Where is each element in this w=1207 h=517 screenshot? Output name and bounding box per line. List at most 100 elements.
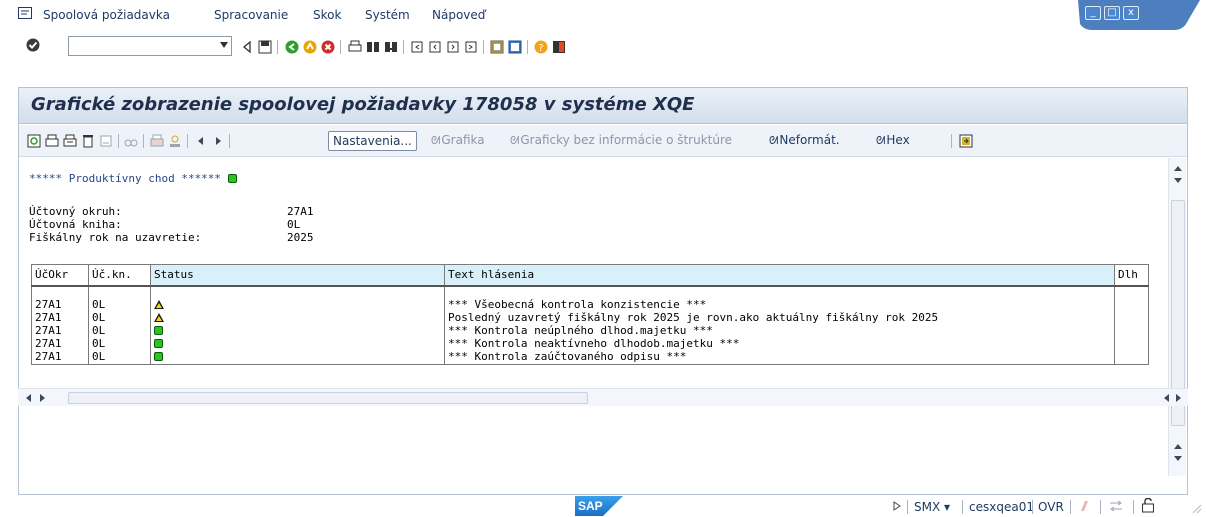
cell-status <box>150 336 445 350</box>
find-icon[interactable] <box>366 40 380 54</box>
new-session-icon[interactable] <box>490 40 504 54</box>
cell-message-text: *** Kontrola zaúčtovaného odpisu *** <box>444 349 1115 365</box>
warning-icon <box>154 312 164 322</box>
last-page-icon[interactable] <box>464 40 478 54</box>
next-page-icon[interactable] <box>446 40 460 54</box>
lock-icon[interactable] <box>1141 498 1155 513</box>
transfer-icon <box>1110 500 1122 512</box>
scroll-right-icon[interactable] <box>40 394 45 402</box>
table-row[interactable]: 27A1 0L *** Kontrola neaktívneho dlhodob… <box>31 336 1149 350</box>
document-icon <box>100 135 112 147</box>
column-header-status[interactable]: Status <box>150 264 445 287</box>
table-row[interactable]: 27A1 0L *** Kontrola zaúčtovaného odpisu… <box>31 349 1149 365</box>
command-field[interactable] <box>68 36 232 56</box>
print-icon[interactable] <box>348 40 362 54</box>
minimize-button[interactable]: _ <box>1085 6 1101 20</box>
menu-help[interactable]: Nápoveď <box>432 8 485 22</box>
refresh-icon[interactable] <box>27 134 41 148</box>
close-button[interactable]: x <box>1123 6 1139 20</box>
separator <box>527 40 528 54</box>
separator <box>483 40 484 54</box>
cell-dlh <box>1114 336 1149 350</box>
glasses-icon: ᘛ <box>431 134 441 147</box>
delete-icon[interactable] <box>81 134 95 148</box>
svg-text:?: ? <box>538 43 543 54</box>
cell-ledger: 0L <box>88 349 151 365</box>
cell-status <box>150 310 445 324</box>
graphics-without-structure-button[interactable]: ᘛGraficky bez informácie o štruktúre <box>510 133 732 148</box>
table-row[interactable]: 27A1 0L *** Všeobecná kontrola konzisten… <box>31 297 1149 311</box>
maximize-button[interactable]: □ <box>1104 6 1120 20</box>
menu-system[interactable]: Systém <box>365 8 410 22</box>
main-panel: Grafické zobrazenie spoolovej požiadavky… <box>18 87 1188 495</box>
back-nav-icon[interactable] <box>285 40 299 54</box>
next-icon[interactable] <box>211 134 225 148</box>
cell-ledger: 0L <box>88 336 151 350</box>
separator <box>403 40 404 54</box>
insert-mode[interactable]: OVR <box>1038 500 1064 514</box>
scroll-down-icon[interactable] <box>1174 456 1182 461</box>
column-header-dlh[interactable]: Dlh <box>1114 264 1149 287</box>
scroll-up-icon[interactable] <box>1174 166 1182 171</box>
hex-label: Hex <box>886 133 910 147</box>
first-page-icon[interactable] <box>410 40 424 54</box>
scrollbar-thumb[interactable] <box>68 392 588 404</box>
menu-spool-request[interactable]: Spoolová požiadavka <box>43 8 170 22</box>
previous-icon[interactable] <box>194 134 208 148</box>
separator <box>229 134 230 148</box>
scroll-left-icon[interactable] <box>26 394 31 402</box>
export-icon[interactable] <box>959 134 973 148</box>
application-toolbar: Nastavenia... ᘛGrafika ᘛGraficky bez inf… <box>19 125 1187 157</box>
help-icon[interactable]: ? <box>534 40 548 54</box>
separator <box>907 500 908 514</box>
menu-edit[interactable]: Spracovanie <box>214 8 288 22</box>
enter-icon[interactable] <box>26 38 40 52</box>
table-row[interactable]: 27A1 0L *** Kontrola neúplného dlhod.maj… <box>31 323 1149 337</box>
glasses-icon: ᘛ <box>510 134 520 147</box>
back-icon[interactable] <box>240 40 254 54</box>
print-icon[interactable] <box>45 134 59 148</box>
cell-company-code: 27A1 <box>31 336 89 350</box>
resize-grip-icon[interactable] <box>1190 502 1202 514</box>
exit-icon[interactable] <box>303 40 317 54</box>
column-header-message-text[interactable]: Text hlásenia <box>444 264 1115 287</box>
field-value-fiscal-year: 2025 <box>287 231 314 244</box>
separator <box>187 134 188 148</box>
customize-layout-icon[interactable] <box>552 40 566 54</box>
graphics-button[interactable]: ᘛGrafika <box>431 133 485 148</box>
cell-status <box>150 323 445 337</box>
column-header-company-code[interactable]: ÚčOkr <box>31 264 89 287</box>
table-spacer-row <box>31 285 1149 298</box>
cell-company-code: 27A1 <box>31 349 89 365</box>
scroll-up-icon[interactable] <box>1174 444 1182 449</box>
previous-page-icon[interactable] <box>428 40 442 54</box>
cancel-icon[interactable] <box>321 40 335 54</box>
menu-icon[interactable] <box>18 6 32 20</box>
scroll-left-icon[interactable] <box>1164 394 1169 402</box>
scroll-right-icon[interactable] <box>1176 394 1181 402</box>
chevron-down-icon[interactable] <box>220 42 228 48</box>
shortcut-icon[interactable] <box>508 40 522 54</box>
menu-goto[interactable]: Skok <box>313 8 341 22</box>
scroll-down-icon[interactable] <box>1174 178 1182 183</box>
system-indicator[interactable]: SMX ▾ <box>914 500 950 514</box>
unformatted-button[interactable]: ᘛNeformát. <box>769 133 840 148</box>
find-next-icon[interactable] <box>384 40 398 54</box>
field-label-fiscal-year: Fiškálny rok na uzavretie: <box>29 231 202 244</box>
window-controls: _ □ x <box>1070 0 1207 30</box>
vertical-scrollbar[interactable] <box>1168 158 1186 476</box>
green-led-icon <box>227 174 237 183</box>
cell-status <box>150 297 445 311</box>
print-immediately-icon[interactable] <box>63 134 77 148</box>
horizontal-scrollbar[interactable] <box>18 388 1188 406</box>
play-icon[interactable] <box>892 501 902 511</box>
green-led-icon <box>154 352 163 362</box>
cell-dlh <box>1114 310 1149 324</box>
hex-button[interactable]: ᘛHex <box>876 133 910 148</box>
save-icon[interactable] <box>258 40 272 54</box>
separator <box>1070 500 1071 514</box>
table-row[interactable]: 27A1 0L Posledný uzavretý fiškálny rok 2… <box>31 310 1149 324</box>
column-header-ledger[interactable]: Úč.kn. <box>88 264 151 287</box>
cell-status <box>150 349 445 365</box>
settings-button[interactable]: Nastavenia... <box>328 131 417 151</box>
